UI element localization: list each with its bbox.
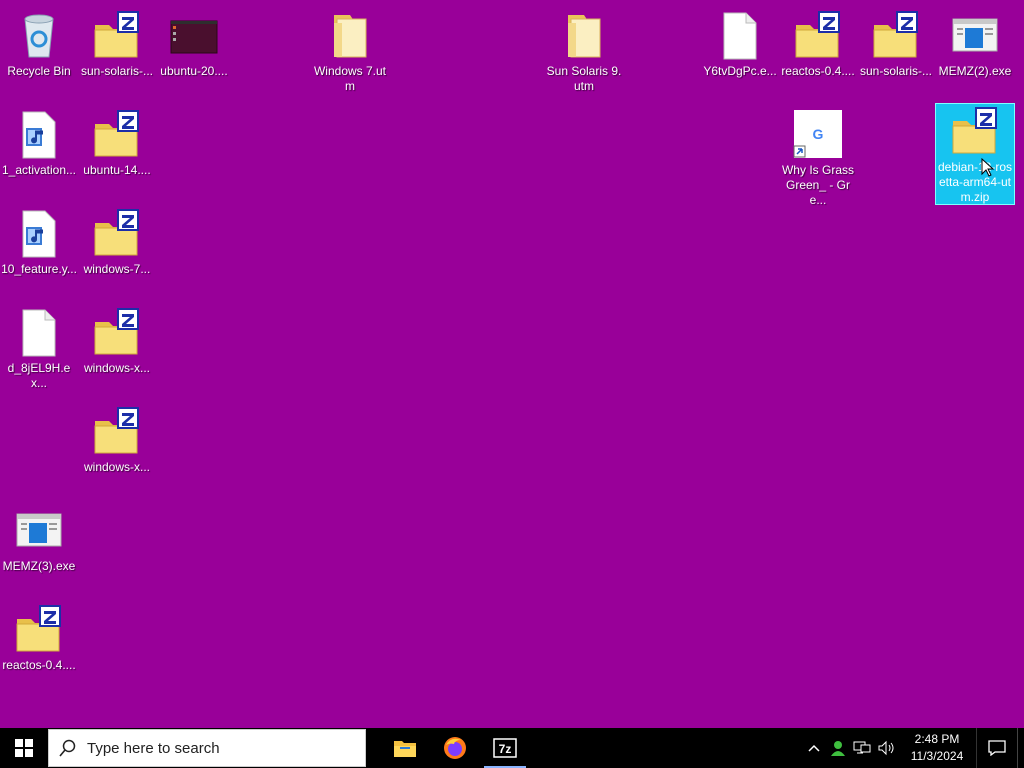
ubuntu-thumbnail-icon [168,11,220,61]
search-placeholder: Type here to search [87,739,220,757]
blank-file-icon [13,308,65,358]
sun-solaris-2-label: sun-solaris-... [859,64,933,78]
app-window-icon [13,506,65,556]
desktop-icon-sun-solaris-1[interactable]: sun-solaris-... [78,8,156,79]
sun-solaris-1-label: sun-solaris-... [80,64,154,78]
desktop-icon-reactos-top[interactable]: reactos-0.4.... [779,8,857,79]
speaker-icon [878,740,894,756]
tray-volume-button[interactable] [874,728,898,768]
taskbar-firefox[interactable] [430,728,480,768]
desktop-icon-sun-solaris-9[interactable]: Sun Solaris 9.utm [545,8,623,94]
zip-folder-icon [91,109,143,160]
7zip-icon: 7z [493,738,517,758]
desktop-icon-memz2[interactable]: MEMZ(2).exe [936,8,1014,79]
show-hidden-icons-button[interactable] [802,728,826,768]
zip-folder-icon [949,106,1001,157]
zip-folder-icon [792,10,844,61]
windows7-utm-label: Windows 7.utm [313,64,387,93]
app-window-icon [949,11,1001,61]
zip-folder-icon [91,406,143,457]
recycle-bin[interactable]: Recycle Bin [0,8,78,79]
blank-file-icon [714,11,766,61]
svg-text:G: G [813,126,824,142]
reactos-bottom-label: reactos-0.4.... [2,658,76,672]
windows-logo-icon [15,739,33,757]
windows-x1-label: windows-x... [83,361,151,375]
taskbar-search-box[interactable]: Type here to search [48,729,366,767]
tray-user-button[interactable] [826,728,850,768]
sun-solaris-9-label: Sun Solaris 9.utm [546,64,622,93]
desktop-icon-memz3[interactable]: MEMZ(3).exe [0,503,78,574]
desktop-icon-sun-solaris-2[interactable]: sun-solaris-... [857,8,935,79]
mouse-cursor-icon [981,158,995,177]
system-tray: 2:48 PM 11/3/2024 [802,728,1024,768]
feature-label: 10_feature.y... [1,262,77,276]
recycle-bin-icon [13,11,65,61]
d8jel-label: d_8jEL9H.ex... [7,361,71,390]
recycle-bin-label: Recycle Bin [7,64,71,78]
google-shortcut-icon: G [792,110,844,160]
zip-folder-icon [870,10,922,61]
tray-network-button[interactable] [850,728,874,768]
debian-label: debian-12-rosetta-arm64-utm.zip [937,160,1013,204]
zip-folder-icon [91,208,143,259]
firefox-icon [444,737,466,759]
desktop-icon-d8jel[interactable]: d_8jEL9H.ex... [0,305,78,391]
desktop-icon-feature[interactable]: 10_feature.y... [0,206,78,277]
show-desktop-button[interactable] [1017,728,1024,768]
svg-text:7z: 7z [499,742,512,756]
desktop[interactable]: Recycle Bin 1_activation... 10_feature.y… [0,0,1024,728]
desktop-icon-windows7-zip[interactable]: windows-7... [78,206,156,277]
taskbar-file-explorer[interactable] [380,728,430,768]
network-icon [853,741,871,754]
why-grass-label: Why Is Grass Green_ - Gre... [781,163,854,207]
y6tv-label: Y6tvDgPc.e... [703,64,777,78]
media-file-icon [13,110,65,160]
desktop-icon-debian[interactable]: debian-12-rosetta-arm64-utm.zip [935,103,1015,205]
user-icon [831,741,845,756]
notification-icon [988,740,1006,756]
clock-date: 11/3/2024 [910,749,964,763]
windows-x2-label: windows-x... [83,460,151,474]
activation-label: 1_activation... [1,163,77,177]
folder-icon [324,11,376,61]
desktop-icon-windows-x1[interactable]: windows-x... [78,305,156,376]
zip-folder-icon [91,10,143,61]
ubuntu-14-label: ubuntu-14.... [83,163,151,177]
memz3-label: MEMZ(3).exe [2,559,76,573]
desktop-icon-reactos-bottom[interactable]: reactos-0.4.... [0,602,78,673]
folder-icon [558,11,610,61]
action-center-button[interactable] [976,728,1017,768]
desktop-icon-windows-x2[interactable]: windows-x... [78,404,156,475]
desktop-icon-windows7-utm[interactable]: Windows 7.utm [311,8,389,94]
taskbar-7zip[interactable]: 7z [480,728,530,768]
desktop-icon-why-grass[interactable]: G Why Is Grass Green_ - Gre... [779,107,857,208]
memz2-label: MEMZ(2).exe [938,64,1012,78]
file-explorer-icon [394,741,416,757]
desktop-icon-y6tv[interactable]: Y6tvDgPc.e... [701,8,779,79]
desktop-icon-activation[interactable]: 1_activation... [0,107,78,178]
zip-folder-icon [13,604,65,655]
ubuntu-20-label: ubuntu-20.... [160,64,228,78]
chevron-up-icon [808,744,820,752]
clock-time: 2:48 PM [914,732,960,746]
zip-folder-icon [91,307,143,358]
search-icon [59,739,76,757]
taskbar-clock[interactable]: 2:48 PM 11/3/2024 [898,731,976,765]
reactos-top-label: reactos-0.4.... [781,64,855,78]
start-button[interactable] [0,728,48,768]
media-file-icon [13,209,65,259]
windows7-zip-label: windows-7... [83,262,151,276]
desktop-icon-ubuntu-20[interactable]: ubuntu-20.... [155,8,233,79]
desktop-icon-ubuntu-14[interactable]: ubuntu-14.... [78,107,156,178]
taskbar: Type here to search 7z 2:48 PM 11/3/2024 [0,728,1024,768]
